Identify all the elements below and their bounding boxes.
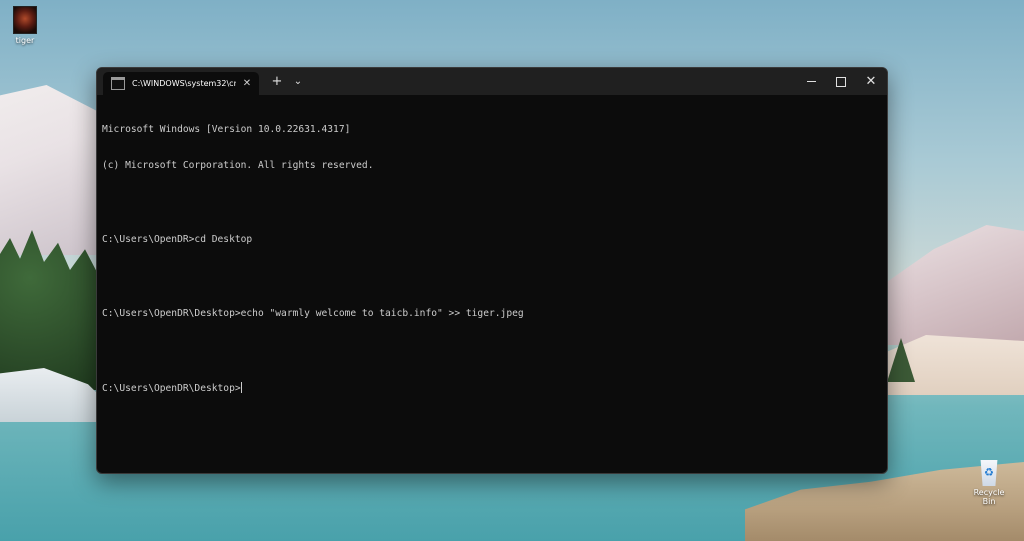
wallpaper-trees-left: [0, 230, 100, 390]
console-line: C:\Users\OpenDR>cd Desktop: [102, 234, 253, 246]
desktop-icon-label: Recycle Bin: [973, 488, 1005, 506]
tab-dropdown-button[interactable]: ⌄: [289, 71, 307, 92]
minimize-icon: [806, 81, 816, 82]
minimize-button[interactable]: [797, 71, 825, 92]
maximize-button[interactable]: [827, 71, 855, 92]
terminal-window[interactable]: C:\WINDOWS\system32\cmd. ✕ + ⌄ ✕ Microso…: [96, 67, 888, 474]
tab-cmd[interactable]: C:\WINDOWS\system32\cmd. ✕: [103, 72, 259, 95]
console-line: C:\Users\OpenDR\Desktop>echo "warmly wel…: [102, 308, 524, 320]
close-tab-button[interactable]: ✕: [240, 78, 254, 89]
console-prompt: C:\Users\OpenDR\Desktop>: [102, 382, 241, 394]
console-line: Microsoft Windows [Version 10.0.22631.43…: [102, 123, 351, 135]
recycle-bin-icon: [980, 460, 998, 486]
image-file-icon: [13, 6, 37, 34]
console-prompt-line[interactable]: C:\Users\OpenDR\Desktop>: [102, 381, 882, 394]
console-output[interactable]: Microsoft Windows [Version 10.0.22631.43…: [97, 95, 887, 423]
desktop-icon-tiger[interactable]: tiger: [8, 6, 42, 45]
close-window-button[interactable]: ✕: [857, 71, 885, 92]
new-tab-button[interactable]: +: [267, 71, 287, 92]
wallpaper-mountain-right: [874, 225, 1024, 345]
tab-title: C:\WINDOWS\system32\cmd.: [132, 79, 236, 88]
console-line: (c) Microsoft Corporation. All rights re…: [102, 160, 374, 172]
maximize-icon: [836, 76, 846, 87]
command-prompt-icon: [111, 77, 125, 90]
text-cursor: [240, 381, 242, 393]
desktop-icon-recycle-bin[interactable]: Recycle Bin: [966, 460, 1012, 506]
title-bar[interactable]: C:\WINDOWS\system32\cmd. ✕ + ⌄ ✕: [97, 68, 887, 95]
desktop-icon-label: tiger: [15, 36, 35, 45]
